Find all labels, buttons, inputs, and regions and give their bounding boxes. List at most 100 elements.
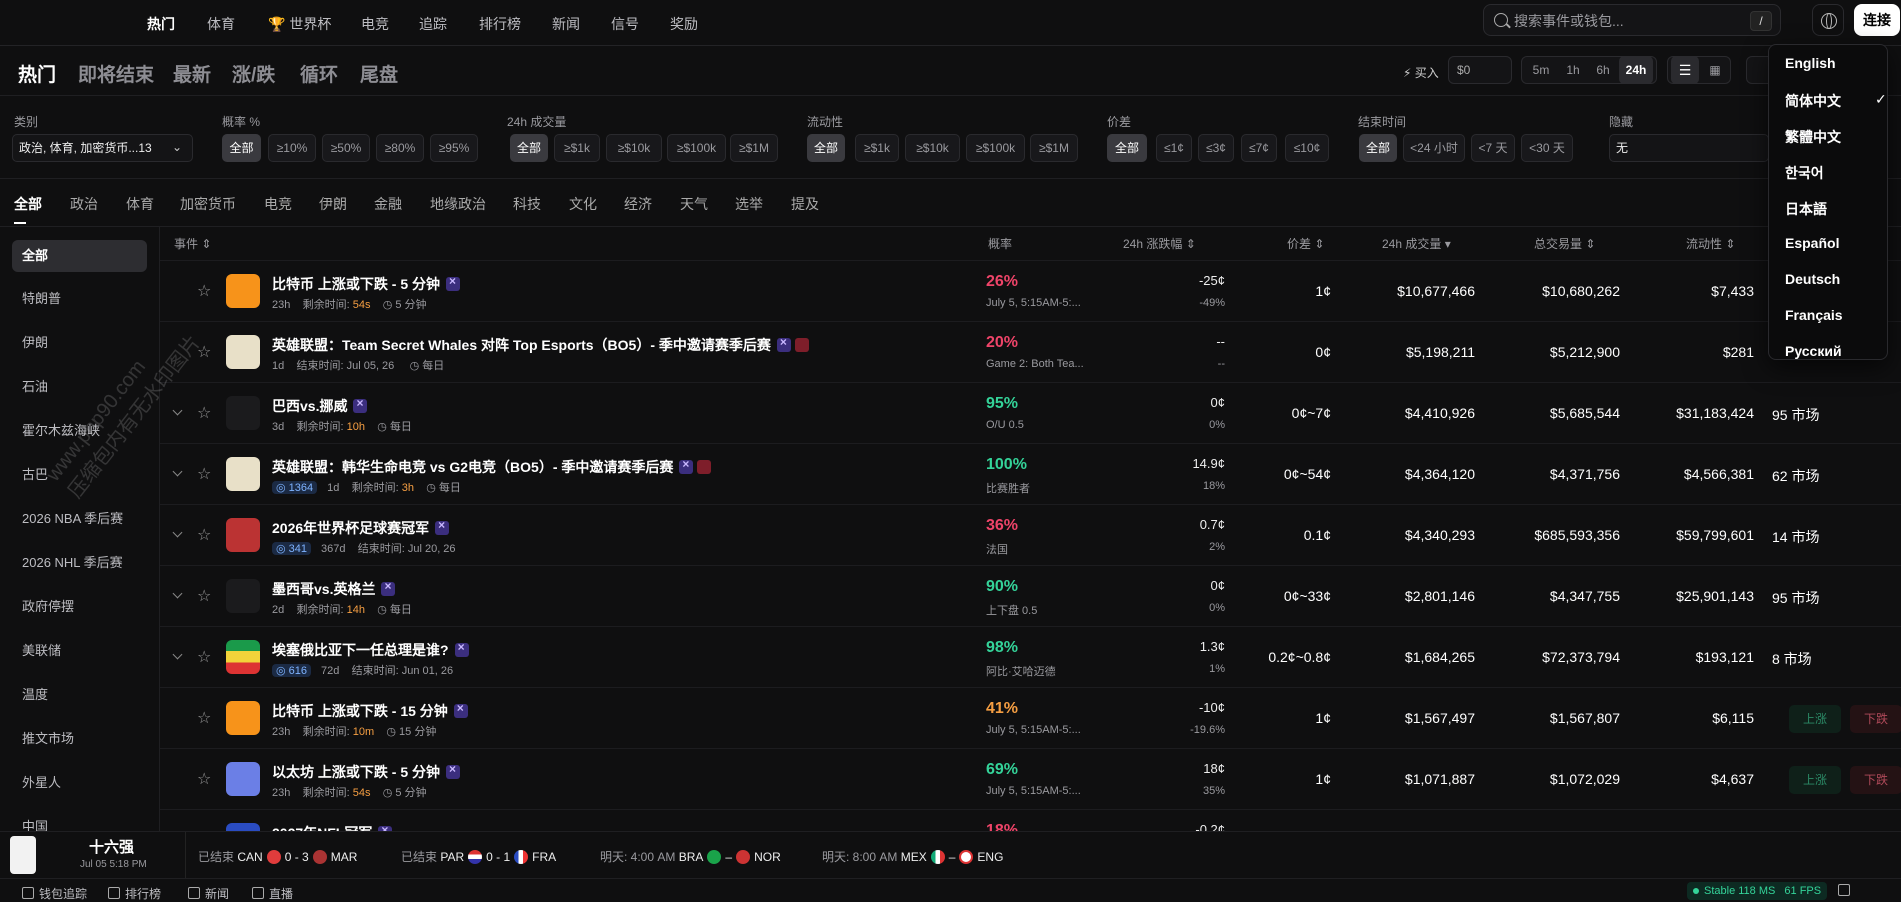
topic-elections[interactable]: 选举: [735, 194, 763, 214]
sidebar-item-nba[interactable]: 2026 NBA 季后赛: [12, 503, 147, 535]
tab-recurring[interactable]: 循环: [300, 60, 338, 87]
window-icon[interactable]: [1838, 884, 1850, 896]
table-row[interactable]: ☆埃塞俄比亚下一任总理是谁?◎ 61672d 结束时间: Jun 01, 26 …: [160, 626, 1901, 687]
topic-geopolitics[interactable]: 地缘政治: [430, 194, 486, 214]
lang-zh-hant[interactable]: 繁體中文: [1785, 127, 1841, 147]
expand-chevron-icon[interactable]: [172, 405, 183, 416]
buy-amount-input[interactable]: $0: [1448, 56, 1512, 84]
buy-up-button[interactable]: 上涨: [1789, 766, 1841, 794]
hide-select[interactable]: 无: [1609, 134, 1769, 162]
vol-chip-1m[interactable]: ≥$1M: [730, 134, 778, 162]
topic-iran[interactable]: 伊朗: [319, 194, 347, 214]
event-title[interactable]: 以太坊 上涨或下跌 - 5 分钟: [272, 762, 461, 782]
sidebar-item-china[interactable]: 中国: [12, 811, 147, 831]
topic-economy[interactable]: 经济: [624, 194, 652, 214]
topic-culture[interactable]: 文化: [569, 194, 597, 214]
lang-zh-hans[interactable]: 简体中文 ✓: [1785, 91, 1887, 111]
sidebar-item-iran[interactable]: 伊朗: [12, 327, 147, 359]
spread-chip-7[interactable]: ≤7¢: [1241, 134, 1277, 162]
nav-esports[interactable]: 电竞: [361, 14, 389, 34]
star-icon[interactable]: ☆: [197, 708, 211, 728]
spread-chip-3[interactable]: ≤3¢: [1198, 134, 1234, 162]
prob-chip-95[interactable]: ≥95%: [430, 134, 478, 162]
expand-chevron-icon[interactable]: [172, 466, 183, 477]
expand-chevron-icon[interactable]: [172, 649, 183, 660]
lang-german[interactable]: Deutsch: [1785, 271, 1840, 287]
prob-chip-80[interactable]: ≥80%: [376, 134, 424, 162]
liq-chip-100k[interactable]: ≥$100k: [966, 134, 1025, 162]
end-chip-7d[interactable]: <7 天: [1471, 134, 1515, 162]
end-chip-30d[interactable]: <30 天: [1521, 134, 1573, 162]
end-chip-24h[interactable]: <24 小时: [1403, 134, 1465, 162]
topic-crypto[interactable]: 加密货币: [180, 194, 236, 214]
event-title[interactable]: 埃塞俄比亚下一任总理是谁?: [272, 640, 469, 660]
topic-finance[interactable]: 金融: [374, 194, 402, 214]
table-row[interactable]: ☆ 英雄联盟：韩华生命电竞 vs G2电竞（BO5）- 季中邀请赛季后赛 ◎ 136…: [160, 443, 1901, 504]
col-liq[interactable]: 流动性 ⇕: [1686, 235, 1735, 252]
buy-down-button[interactable]: 下跌: [1850, 705, 1901, 733]
range-5m[interactable]: 5m: [1526, 56, 1556, 84]
grid-view-icon[interactable]: ▦: [1701, 56, 1729, 84]
event-title[interactable]: 2026年世界杯足球赛冠军: [272, 518, 450, 538]
news-link[interactable]: 新闻: [188, 885, 229, 902]
topic-weather[interactable]: 天气: [680, 194, 708, 214]
event-title[interactable]: 比特币 上涨或下跌 - 5 分钟: [272, 274, 461, 294]
end-chip-all[interactable]: 全部: [1359, 134, 1397, 162]
spread-chip-1[interactable]: ≤1¢: [1156, 134, 1192, 162]
star-icon[interactable]: ☆: [197, 647, 211, 667]
event-title[interactable]: 比特币 上涨或下跌 - 15 分钟: [272, 701, 468, 721]
tab-hot[interactable]: 热门: [18, 60, 56, 87]
nav-sports[interactable]: 体育: [207, 14, 235, 34]
search-input[interactable]: [1514, 11, 1734, 31]
tab-up-down[interactable]: 涨/跌: [232, 60, 275, 87]
vol-chip-1k[interactable]: ≥$1k: [554, 134, 600, 162]
leaderboard-link[interactable]: 排行榜: [108, 885, 161, 902]
star-icon[interactable]: ☆: [197, 464, 211, 484]
match-can-mar[interactable]: 已结束 CAN 0 - 3 MAR: [198, 848, 357, 865]
sidebar-item-trump[interactable]: 特朗普: [12, 283, 147, 315]
tab-late[interactable]: 尾盘: [360, 60, 398, 87]
vol-chip-all[interactable]: 全部: [510, 134, 548, 162]
match-mex-eng[interactable]: 明天: 8:00 AM MEX – ENG: [822, 848, 1003, 865]
table-row[interactable]: ☆ 比特币 上涨或下跌 - 15 分钟 23h 剩余时间: 10m ◷ 15 分钟 4…: [160, 687, 1901, 748]
star-icon[interactable]: ☆: [197, 769, 211, 789]
connect-button[interactable]: 连接: [1854, 4, 1900, 36]
table-row[interactable]: ☆ 以太坊 上涨或下跌 - 5 分钟 23h 剩余时间: 54s ◷ 5 分钟 69%…: [160, 748, 1901, 809]
star-icon[interactable]: ☆: [197, 281, 211, 301]
live-link[interactable]: 直播: [252, 885, 293, 902]
vol-chip-100k[interactable]: ≥$100k: [667, 134, 726, 162]
table-row[interactable]: ☆ 巴西vs.挪威 3d 剩余时间: 10h ◷ 每日 95% O/U 0.5 0¢ 0% 0…: [160, 382, 1901, 443]
topic-tech[interactable]: 科技: [513, 194, 541, 214]
nav-track[interactable]: 追踪: [419, 14, 447, 34]
event-title[interactable]: 英雄联盟：韩华生命电竞 vs G2电竞（BO5）- 季中邀请赛季后赛: [272, 457, 712, 477]
prob-chip-50[interactable]: ≥50%: [322, 134, 370, 162]
match-bra-nor[interactable]: 明天: 4:00 AM BRA – NOR: [600, 848, 781, 865]
liq-chip-10k[interactable]: ≥$10k: [905, 134, 960, 162]
lang-french[interactable]: Français: [1785, 307, 1843, 323]
nav-rewards[interactable]: 奖励: [670, 14, 698, 34]
col-spread[interactable]: 价差 ⇕: [1287, 235, 1324, 252]
expand-chevron-icon[interactable]: [172, 588, 183, 599]
spread-chip-all[interactable]: 全部: [1107, 134, 1147, 162]
sidebar-item-fed[interactable]: 美联储: [12, 635, 147, 667]
col-vol[interactable]: 总交易量 ⇕: [1534, 235, 1595, 252]
globe-icon[interactable]: [1812, 4, 1844, 36]
liq-chip-1k[interactable]: ≥$1k: [855, 134, 899, 162]
topic-sports[interactable]: 体育: [126, 194, 154, 214]
table-row[interactable]: ☆ 2026年世界杯足球赛冠军 ◎ 341367d 结束时间: Jul 20, 26…: [160, 504, 1901, 565]
liq-chip-1m[interactable]: ≥$1M: [1030, 134, 1078, 162]
sidebar-item-all[interactable]: 全部: [12, 240, 147, 272]
prob-chip-all[interactable]: 全部: [222, 134, 261, 162]
event-title[interactable]: 英雄联盟：Team Secret Whales 对阵 Top Esports（B…: [272, 335, 809, 355]
wallet-track-link[interactable]: 钱包追踪: [22, 885, 87, 902]
spread-chip-10[interactable]: ≤10¢: [1285, 134, 1329, 162]
col-vol24[interactable]: 24h 成交量 ▾: [1382, 235, 1451, 252]
table-row[interactable]: ☆2027年NFL冠军 18%-0.2¢: [160, 809, 1901, 831]
range-1h[interactable]: 1h: [1558, 56, 1588, 84]
topic-mentions[interactable]: 提及: [791, 194, 819, 214]
star-icon[interactable]: ☆: [197, 403, 211, 423]
nav-signals[interactable]: 信号: [611, 14, 639, 34]
table-row[interactable]: ☆ 英雄联盟：Team Secret Whales 对阵 Top Esports（…: [160, 321, 1901, 382]
nav-news[interactable]: 新闻: [552, 14, 580, 34]
nav-hot[interactable]: 热门: [147, 14, 175, 34]
